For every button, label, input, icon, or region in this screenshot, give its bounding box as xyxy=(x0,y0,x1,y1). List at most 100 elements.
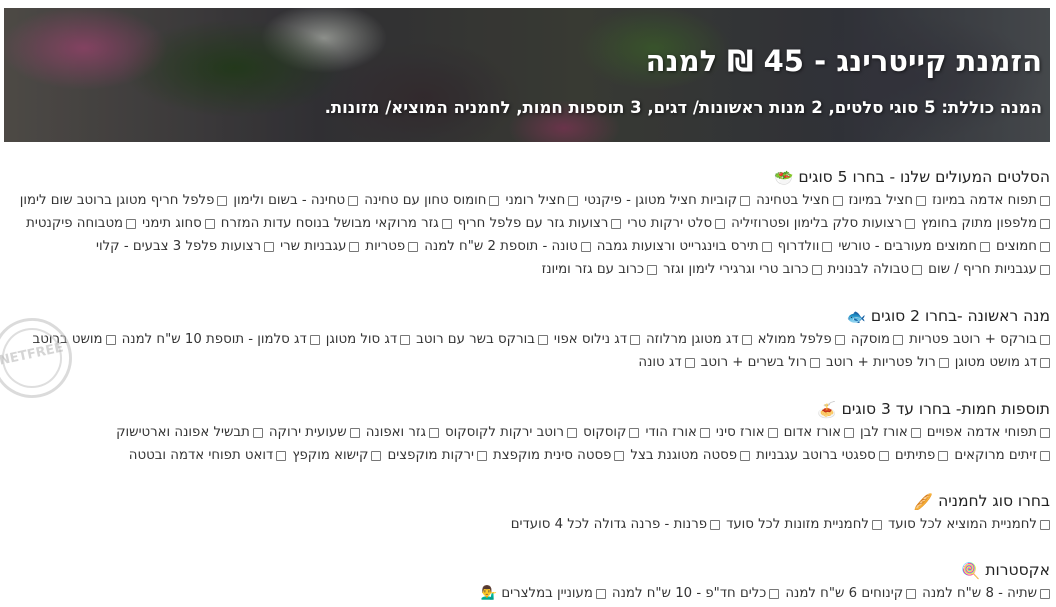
option-checkbox[interactable] xyxy=(916,195,927,206)
option-item[interactable]: קוביות חציל מטוגן - פיקנטי xyxy=(584,189,751,212)
option-checkbox[interactable] xyxy=(910,427,921,438)
option-checkbox[interactable] xyxy=(629,427,640,438)
option-checkbox[interactable] xyxy=(252,427,263,438)
option-checkbox[interactable] xyxy=(217,195,228,206)
option-item[interactable]: אורז סיני xyxy=(716,421,778,444)
option-item[interactable]: כרוב טרי וגרגירי לימון וגזר xyxy=(663,258,822,281)
option-item[interactable]: כרוב עם גזר ומיונז xyxy=(542,258,658,281)
option-checkbox[interactable] xyxy=(938,450,949,461)
option-item[interactable]: חציל בטחינה xyxy=(756,189,843,212)
option-item[interactable]: פטריות xyxy=(365,235,419,258)
option-item[interactable]: עגבניות חריף / שום xyxy=(928,258,1050,281)
option-item[interactable]: חומוס טחון עם טחינה xyxy=(364,189,500,212)
option-checkbox[interactable] xyxy=(912,264,923,275)
option-item[interactable]: שתיה - 8 ש"ח למנה xyxy=(922,582,1050,605)
option-checkbox[interactable] xyxy=(568,195,579,206)
option-item[interactable]: אורז הודי xyxy=(645,421,710,444)
option-checkbox[interactable] xyxy=(832,195,843,206)
option-checkbox[interactable] xyxy=(580,241,591,252)
option-checkbox[interactable] xyxy=(810,357,820,368)
option-item[interactable]: רצועות גזר עם פלפל חריף xyxy=(458,212,622,235)
option-item[interactable]: שעועית ירוקה xyxy=(269,421,360,444)
option-checkbox[interactable] xyxy=(938,357,949,368)
option-item[interactable]: דג טונה xyxy=(638,351,695,374)
option-item[interactable]: בורקס בשר עם רוטב xyxy=(416,328,548,351)
option-item[interactable]: סחוג תימני xyxy=(142,212,215,235)
option-item[interactable]: תירס בוינגרייט ורצועות גמבה xyxy=(597,235,772,258)
option-item[interactable]: דג מטוגן מרלוזה xyxy=(646,328,752,351)
option-item[interactable]: בורקס + רוטב פטריות xyxy=(909,328,1050,351)
option-item[interactable]: אורז אדום xyxy=(784,421,855,444)
option-checkbox[interactable] xyxy=(1040,218,1050,229)
option-checkbox[interactable] xyxy=(477,450,488,461)
option-item[interactable]: רצועות סלק בלימון ופטרוזיליה xyxy=(731,212,916,235)
option-checkbox[interactable] xyxy=(400,334,411,345)
option-item[interactable]: פלפל ממולא xyxy=(758,328,845,351)
option-item[interactable]: דג מושט מטוגן xyxy=(955,351,1050,374)
option-checkbox[interactable] xyxy=(1040,334,1050,345)
option-checkbox[interactable] xyxy=(441,218,452,229)
option-checkbox[interactable] xyxy=(905,218,916,229)
option-item[interactable]: כלים חד"פ - 10 ש"ח למנה xyxy=(612,582,780,605)
option-checkbox[interactable] xyxy=(630,334,640,345)
option-checkbox[interactable] xyxy=(276,450,287,461)
option-checkbox[interactable] xyxy=(595,588,606,599)
option-item[interactable]: קישוא מוקפץ xyxy=(292,444,382,467)
option-checkbox[interactable] xyxy=(428,427,439,438)
option-item[interactable]: חמוצים מעורבים - טורשי xyxy=(838,235,990,258)
option-item[interactable]: פסטה סינית מוקפצת xyxy=(493,444,625,467)
option-item[interactable]: ירקות מוקפצים xyxy=(387,444,488,467)
option-checkbox[interactable] xyxy=(1040,357,1050,368)
option-item[interactable]: פלפל חריף מטוגן ברוטב שום לימון xyxy=(20,189,228,212)
option-checkbox[interactable] xyxy=(126,218,137,229)
option-item[interactable]: וולדרוף xyxy=(778,235,833,258)
option-checkbox[interactable] xyxy=(740,450,751,461)
option-item[interactable]: טונה - תוספת 2 ש"ח למנה xyxy=(424,235,591,258)
option-checkbox[interactable] xyxy=(537,334,548,345)
option-item[interactable]: רול פטריות + רוטב xyxy=(826,351,949,374)
option-checkbox[interactable] xyxy=(1040,450,1050,461)
option-item[interactable]: גזר מרוקאי מבושל בנוסח עדות המזרח xyxy=(221,212,452,235)
option-item[interactable]: חציל רומני xyxy=(505,189,579,212)
option-checkbox[interactable] xyxy=(715,218,726,229)
option-checkbox[interactable] xyxy=(834,334,845,345)
option-item[interactable]: מטבוחה פיקנטית xyxy=(26,212,137,235)
option-checkbox[interactable] xyxy=(349,427,360,438)
option-item[interactable]: קינוחים 6 ש"ח למנה xyxy=(785,582,917,605)
option-checkbox[interactable] xyxy=(204,218,215,229)
option-checkbox[interactable] xyxy=(371,450,382,461)
option-item[interactable]: רוטב ירקות לקוסקוס xyxy=(445,421,578,444)
option-checkbox[interactable] xyxy=(878,450,889,461)
option-item[interactable]: דג סלמון - תוספת 10 ש"ח למנה xyxy=(122,328,320,351)
option-checkbox[interactable] xyxy=(767,427,778,438)
option-checkbox[interactable] xyxy=(567,427,578,438)
option-item[interactable]: טבולה לבנונית xyxy=(828,258,923,281)
option-item[interactable]: סלט ירקות טרי xyxy=(627,212,726,235)
option-checkbox[interactable] xyxy=(105,334,116,345)
option-item[interactable]: גזר ואפונה xyxy=(366,421,439,444)
option-checkbox[interactable] xyxy=(684,357,695,368)
option-checkbox[interactable] xyxy=(408,241,419,252)
option-item[interactable]: לחמניית מזונות לכל סועד xyxy=(726,513,882,536)
option-checkbox[interactable] xyxy=(906,588,917,599)
option-item[interactable]: תבשיל אפונה וארטישוק xyxy=(116,421,263,444)
option-checkbox[interactable] xyxy=(979,241,990,252)
option-checkbox[interactable] xyxy=(822,241,833,252)
option-item[interactable]: דג נילוס אפוי xyxy=(554,328,640,351)
option-item[interactable]: זיתים מרוקאים xyxy=(954,444,1050,467)
option-checkbox[interactable] xyxy=(893,334,904,345)
option-item[interactable]: פרנות - פרנה גדולה לכל 4 סועדים xyxy=(511,513,721,536)
option-checkbox[interactable] xyxy=(1040,519,1050,530)
option-checkbox[interactable] xyxy=(740,195,751,206)
option-checkbox[interactable] xyxy=(710,519,721,530)
option-item[interactable]: פתיתים xyxy=(895,444,949,467)
option-item[interactable]: תפוח אדמה במיונז xyxy=(932,189,1050,212)
option-checkbox[interactable] xyxy=(871,519,882,530)
option-item[interactable]: אורז לבן xyxy=(860,421,921,444)
option-checkbox[interactable] xyxy=(1040,427,1050,438)
option-item[interactable]: טחינה - בשום ולימון xyxy=(233,189,359,212)
option-item[interactable]: דואט תפוחי אדמה ובטטה xyxy=(129,444,287,467)
option-checkbox[interactable] xyxy=(309,334,320,345)
option-checkbox[interactable] xyxy=(761,241,772,252)
option-item[interactable]: ספגטי ברוטב עגבניות xyxy=(756,444,889,467)
